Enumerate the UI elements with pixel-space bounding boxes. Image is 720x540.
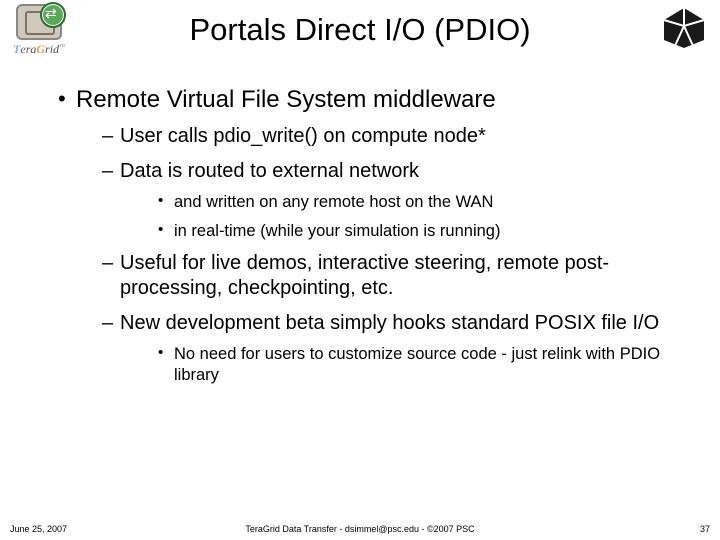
teragrid-logo: TeraGrid™: [10, 4, 68, 57]
bullet-lvl1: Remote Virtual File System middleware Us…: [58, 86, 690, 386]
bullet-lvl3: No need for users to customize source co…: [158, 344, 690, 385]
bullet-lvl2: Useful for live demos, interactive steer…: [102, 251, 690, 301]
bullet-text: and written on any remote host on the WA…: [174, 193, 493, 211]
bullet-lvl3: in real-time (while your simulation is r…: [158, 221, 690, 242]
header: TeraGrid™ Portals Direct I/O (PDIO): [0, 0, 720, 60]
bullet-text: User calls pdio_write() on compute node*: [120, 125, 486, 147]
slide-title: Portals Direct I/O (PDIO): [0, 0, 720, 48]
bullet-text: Useful for live demos, interactive steer…: [120, 252, 609, 299]
bullet-text: New development beta simply hooks standa…: [120, 312, 659, 334]
bullet-lvl2: User calls pdio_write() on compute node*: [102, 124, 690, 149]
bullet-lvl2: Data is routed to external network and w…: [102, 159, 690, 241]
slide-number: 37: [700, 524, 710, 534]
slide: TeraGrid™ Portals Direct I/O (PDIO) Remo…: [0, 0, 720, 540]
bullet-text: Remote Virtual File System middleware: [76, 86, 496, 113]
bullet-text: No need for users to customize source co…: [174, 345, 660, 384]
bullet-lvl2: New development beta simply hooks standa…: [102, 311, 690, 385]
bullet-text: Data is routed to external network: [120, 160, 419, 182]
footer-center: TeraGrid Data Transfer - dsimmel@psc.edu…: [0, 524, 720, 534]
psc-logo-icon: [662, 6, 706, 50]
bullet-text: in real-time (while your simulation is r…: [174, 222, 500, 240]
bullet-lvl3: and written on any remote host on the WA…: [158, 192, 690, 213]
slide-body: Remote Virtual File System middleware Us…: [0, 60, 720, 386]
